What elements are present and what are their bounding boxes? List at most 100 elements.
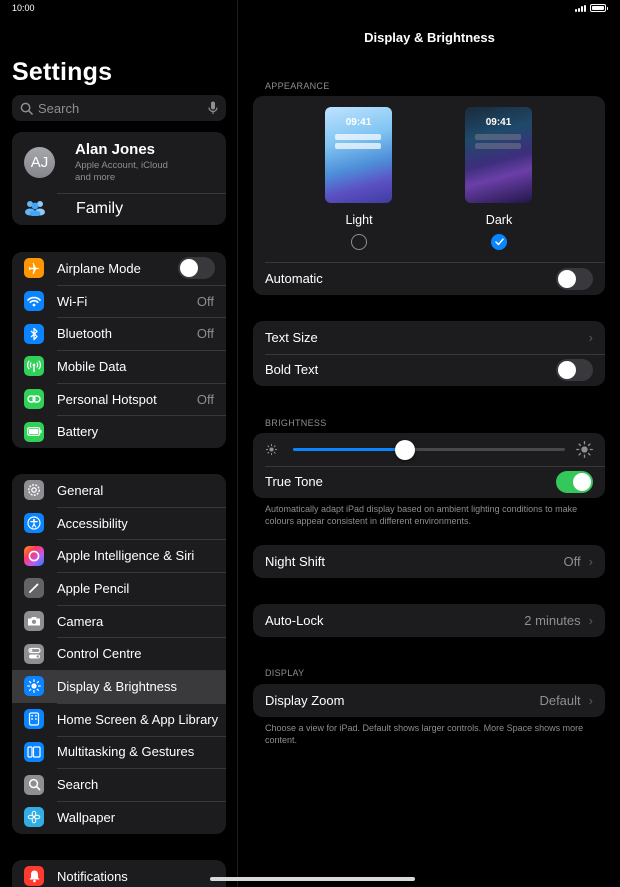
wifi-icon bbox=[24, 291, 44, 312]
sidebar-item-general[interactable]: General bbox=[12, 474, 226, 507]
sidebar-item-label: Mobile Data bbox=[57, 358, 127, 374]
display-zoom-row[interactable]: Display Zoom Default › bbox=[253, 684, 605, 717]
account-subtitle-line1: Apple Account, iCloud bbox=[75, 160, 168, 171]
sidebar-item-apple-pencil[interactable]: Apple Pencil bbox=[12, 572, 226, 605]
connectivity-group: Airplane Mode Wi-Fi Off Bluetooth Off Mo… bbox=[12, 252, 226, 449]
sidebar-item-wifi[interactable]: Wi-Fi Off bbox=[12, 284, 226, 318]
bell-icon bbox=[24, 866, 44, 886]
bold-text-toggle[interactable] bbox=[556, 358, 593, 381]
sidebar-item-search[interactable]: Search bbox=[12, 768, 226, 801]
sidebar-item-display-brightness[interactable]: Display & Brightness bbox=[12, 670, 226, 703]
pencil-icon bbox=[24, 578, 44, 599]
search-bar[interactable] bbox=[12, 95, 226, 121]
sidebar-item-mobile-data[interactable]: Mobile Data bbox=[12, 350, 226, 383]
light-radio[interactable] bbox=[351, 234, 367, 250]
status-battery-icon bbox=[590, 4, 608, 12]
auto-lock-label: Auto-Lock bbox=[265, 613, 324, 628]
sidebar-item-multitasking[interactable]: Multitasking & Gestures bbox=[12, 735, 226, 769]
hotspot-icon bbox=[24, 389, 44, 410]
sidebar-item-apple-intelligence-siri[interactable]: Apple Intelligence & Siri bbox=[12, 539, 226, 572]
sidebar-item-notifications[interactable]: Notifications bbox=[12, 860, 226, 887]
siri-icon bbox=[24, 545, 44, 566]
bold-text-row: Bold Text bbox=[253, 353, 605, 387]
home-indicator[interactable] bbox=[210, 877, 415, 881]
brightness-slider[interactable] bbox=[293, 440, 565, 460]
chevron-right-icon: › bbox=[588, 554, 593, 569]
sidebar-item-label: Personal Hotspot bbox=[57, 391, 157, 407]
sidebar-item-label: Search bbox=[57, 777, 99, 793]
auto-lock-card: Auto-Lock 2 minutes › bbox=[253, 604, 605, 637]
sidebar-item-label: Family bbox=[76, 200, 124, 217]
sidebar-item-wallpaper[interactable]: Wallpaper bbox=[12, 800, 226, 834]
appearance-card: 09:41 Light 09:41 Dark Automatic bbox=[253, 96, 605, 295]
account-name: Alan Jones bbox=[75, 141, 156, 158]
brightness-slider-knob[interactable] bbox=[394, 440, 415, 460]
account-subtitle-line2: and more bbox=[75, 172, 116, 183]
automatic-label: Automatic bbox=[265, 271, 323, 286]
sidebar-item-label: Multitasking & Gestures bbox=[57, 744, 195, 760]
display-zoom-label: Display Zoom bbox=[265, 693, 345, 708]
notifications-group: Notifications bbox=[12, 860, 226, 887]
text-size-label: Text Size bbox=[265, 329, 318, 345]
automatic-toggle[interactable] bbox=[556, 267, 593, 290]
dark-radio[interactable] bbox=[491, 234, 507, 250]
display-zoom-description: Choose a view for iPad. Default shows la… bbox=[265, 723, 584, 745]
auto-lock-row[interactable]: Auto-Lock 2 minutes › bbox=[253, 604, 605, 637]
chevron-right-icon: › bbox=[588, 693, 593, 708]
system-group: General Accessibility Apple Intelligence… bbox=[12, 474, 226, 834]
sidebar-item-control-centre[interactable]: Control Centre bbox=[12, 637, 226, 670]
flower-icon bbox=[24, 807, 44, 828]
true-tone-description: Automatically adapt iPad display based o… bbox=[265, 504, 578, 526]
status-time: 10:00 bbox=[12, 3, 35, 13]
appearance-section-label: APPEARANCE bbox=[265, 81, 330, 91]
cellular-signal-icon bbox=[575, 4, 586, 12]
sidebar-item-airplane-mode[interactable]: Airplane Mode bbox=[12, 252, 226, 285]
sidebar-item-accessibility[interactable]: Accessibility bbox=[12, 506, 226, 540]
night-shift-row[interactable]: Night Shift Off › bbox=[253, 545, 605, 578]
brightness-section-label: BRIGHTNESS bbox=[265, 418, 327, 428]
display-brightness-pane: Display & Brightness APPEARANCE 09:41 Li… bbox=[239, 0, 620, 887]
dark-mode-preview: 09:41 bbox=[465, 107, 532, 203]
magnifier-icon bbox=[24, 774, 44, 795]
account-row[interactable]: AJ Alan Jones Apple Account, iCloud and … bbox=[12, 132, 226, 193]
chevron-right-icon: › bbox=[588, 613, 593, 628]
sidebar-item-label: Camera bbox=[57, 613, 104, 629]
sidebar-item-label: Wallpaper bbox=[57, 809, 116, 825]
sidebar-item-battery[interactable]: Battery bbox=[12, 415, 226, 448]
hotspot-status: Off bbox=[196, 391, 214, 407]
multitasking-icon bbox=[24, 741, 44, 762]
sun-small-icon bbox=[265, 443, 278, 456]
sidebar-item-label: Battery bbox=[57, 424, 99, 440]
sidebar-item-bluetooth[interactable]: Bluetooth Off bbox=[12, 317, 226, 350]
appearance-option-dark[interactable]: 09:41 Dark bbox=[465, 107, 533, 250]
microphone-icon[interactable] bbox=[208, 101, 218, 115]
display-section-label: DISPLAY bbox=[265, 668, 305, 678]
sidebar-item-family[interactable]: Family bbox=[12, 193, 226, 225]
antenna-icon bbox=[24, 356, 44, 377]
device-screen: 10:00 Settings AJ Alan Jones Apple Accou… bbox=[0, 0, 620, 887]
auto-lock-value: 2 minutes bbox=[524, 613, 581, 628]
display-zoom-value: Default bbox=[539, 693, 581, 708]
text-size-row[interactable]: Text Size › bbox=[253, 321, 605, 354]
accessibility-icon bbox=[24, 513, 44, 534]
automatic-row: Automatic bbox=[253, 262, 605, 295]
true-tone-row: True Tone bbox=[253, 465, 605, 499]
appearance-option-light[interactable]: 09:41 Light bbox=[325, 107, 393, 250]
airplane-mode-toggle[interactable] bbox=[178, 257, 215, 280]
page-title: Display & Brightness bbox=[364, 30, 495, 45]
home-screen-icon bbox=[24, 709, 44, 730]
true-tone-toggle[interactable] bbox=[556, 470, 593, 493]
settings-sidebar: 10:00 Settings AJ Alan Jones Apple Accou… bbox=[0, 0, 238, 887]
sidebar-item-camera[interactable]: Camera bbox=[12, 604, 226, 638]
preview-time: 09:41 bbox=[485, 117, 512, 128]
sidebar-item-label: Home Screen & App Library bbox=[57, 711, 219, 727]
sidebar-item-label: Bluetooth bbox=[57, 326, 112, 342]
sidebar-item-personal-hotspot[interactable]: Personal Hotspot Off bbox=[12, 382, 226, 416]
sidebar-item-label: Apple Pencil bbox=[57, 580, 130, 596]
status-indicators bbox=[575, 4, 608, 12]
search-input[interactable] bbox=[38, 100, 198, 116]
sidebar-item-home-screen[interactable]: Home Screen & App Library bbox=[12, 702, 226, 736]
account-subtitle: Apple Account, iCloud and more bbox=[75, 160, 168, 184]
sun-icon bbox=[24, 676, 44, 697]
text-card: Text Size › Bold Text bbox=[253, 321, 605, 386]
